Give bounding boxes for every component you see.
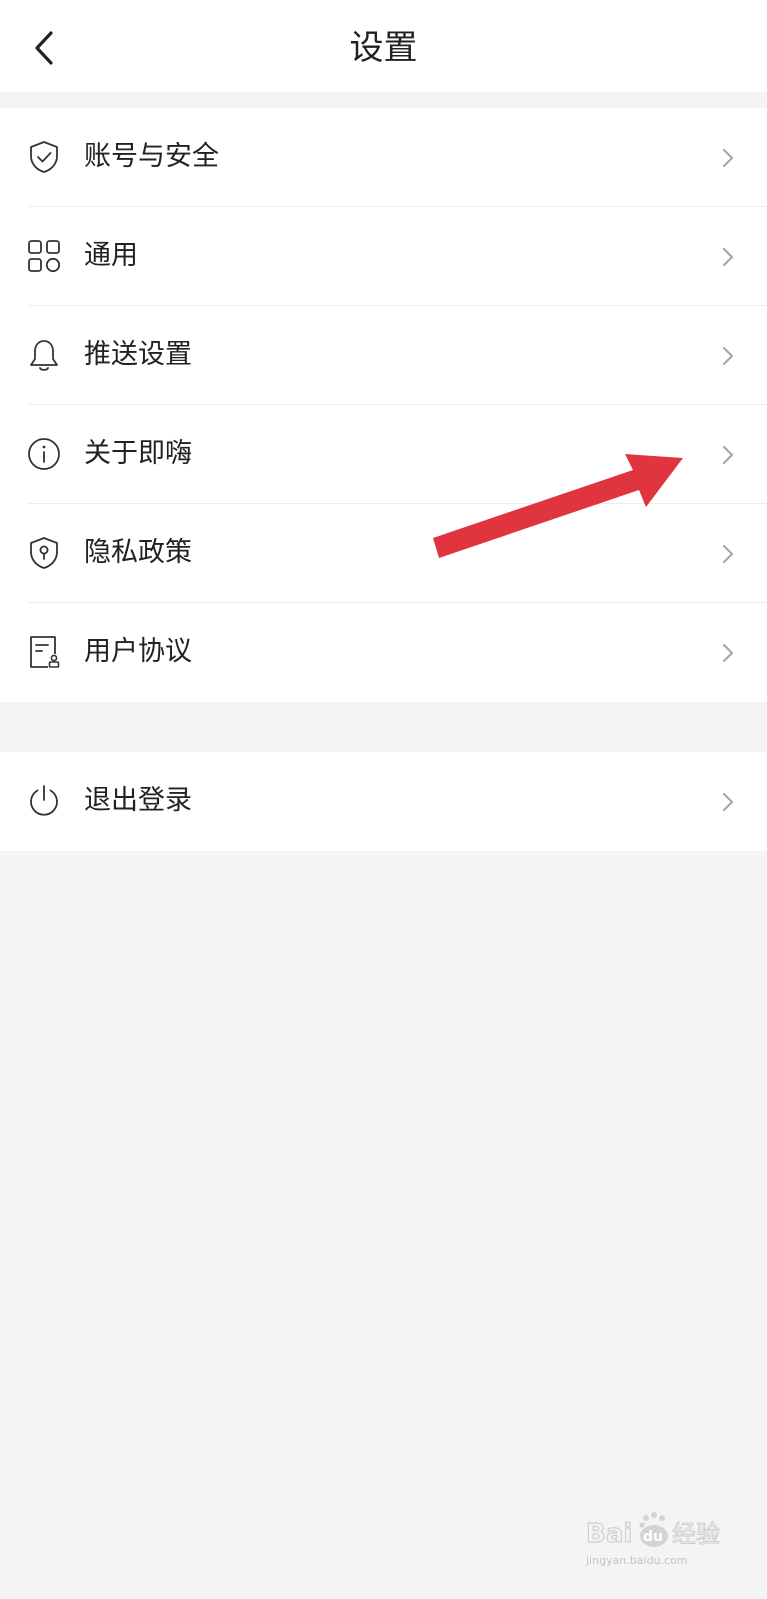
watermark-url: jingyan.baidu.com: [586, 1554, 688, 1567]
svg-text:du: du: [643, 1529, 663, 1545]
settings-item-label: 隐私政策: [84, 537, 192, 568]
chevron-right-icon: [722, 346, 734, 366]
shield-lock-icon: [30, 537, 58, 569]
logout-button[interactable]: 退出登录: [0, 752, 767, 851]
settings-item-label: 推送设置: [84, 339, 192, 370]
svg-text:Bai: Bai: [586, 1519, 632, 1549]
grid-icon: [28, 240, 61, 273]
shield-check-icon: [30, 141, 58, 173]
chevron-right-icon: [722, 792, 734, 812]
logout-section: 退出登录: [0, 752, 767, 851]
svg-text:经验: 经验: [672, 1520, 720, 1548]
page-title: 设置: [349, 28, 418, 68]
bell-icon: [30, 340, 58, 371]
power-icon: [30, 785, 58, 816]
settings-item-general[interactable]: 通用: [0, 207, 767, 306]
settings-item-account-security[interactable]: 账号与安全: [0, 108, 767, 207]
settings-item-label: 账号与安全: [84, 141, 219, 172]
chevron-right-icon: [722, 148, 734, 168]
document-icon: [30, 636, 60, 668]
info-icon: [28, 438, 60, 470]
settings-item-user-agreement[interactable]: 用户协议: [0, 603, 767, 702]
settings-list: 账号与安全 通用 推送设置 关于即嗨 隐私政策 用户协议: [0, 108, 767, 702]
chevron-right-icon: [722, 643, 734, 663]
settings-item-push[interactable]: 推送设置: [0, 306, 767, 405]
chevron-right-icon: [722, 544, 734, 564]
settings-item-privacy[interactable]: 隐私政策: [0, 504, 767, 603]
settings-item-label: 用户协议: [84, 636, 192, 667]
top-bar: 设置: [0, 0, 767, 92]
watermark: Bai du 经验 jingyan.baidu.com: [586, 1510, 736, 1570]
chevron-right-icon: [722, 247, 734, 267]
settings-item-label: 通用: [84, 240, 138, 271]
logout-label: 退出登录: [84, 785, 192, 816]
chevron-right-icon: [722, 445, 734, 465]
settings-item-about[interactable]: 关于即嗨: [0, 405, 767, 504]
settings-item-label: 关于即嗨: [84, 438, 192, 469]
baidu-watermark-logo: Bai du 经验: [586, 1512, 721, 1550]
